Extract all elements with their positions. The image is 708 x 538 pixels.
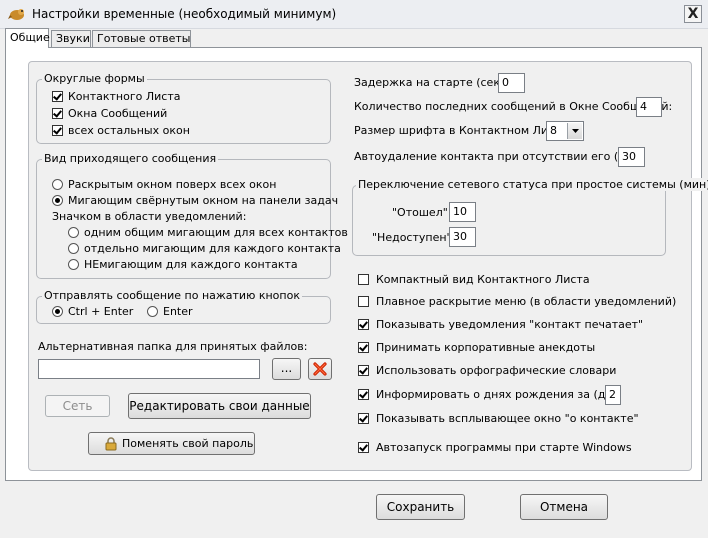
spellcheck-checkbox[interactable] [358,365,369,376]
auto-delete-input[interactable]: 30 [618,147,645,167]
typing-notify-label: Показывать уведомления "контакт печатает… [376,318,644,331]
contact-popup-label: Показывать всплывающее окно "о контакте" [376,412,639,425]
tray-icon-label: Значком в области уведомлений: [52,210,247,223]
incoming-popup-label: Раскрытым окном поверх всех окон [68,178,277,191]
autostart-checkbox[interactable] [358,442,369,453]
change-password-label: Поменять свой пароль [122,437,254,450]
round-message-window-checkbox[interactable] [52,108,63,119]
send-ctrl-enter-label: Ctrl + Enter [68,305,134,318]
change-password-button[interactable]: Поменять свой пароль [88,432,255,455]
idle-na-input[interactable]: 30 [449,227,476,247]
round-forms-legend: Округлые формы [42,72,147,85]
tab-ready-answers[interactable]: Готовые ответы [92,30,191,47]
files-folder-label: Альтернативная папка для принятых файлов… [38,340,308,353]
round-message-window-label: Окна Сообщений [68,107,168,120]
edit-data-button[interactable]: Редактировать свои данные [128,393,311,419]
tray-separate-label: отдельно мигающим для каждого контакта [84,242,341,255]
files-folder-input[interactable] [38,359,260,379]
compact-list-label: Компактный вид Контактного Листа [376,273,590,286]
network-button[interactable]: Сеть [45,395,110,417]
jokes-label: Принимать корпоративные анекдоты [376,341,596,354]
smooth-menu-checkbox[interactable] [358,296,369,307]
incoming-popup-radio[interactable] [52,179,63,190]
font-size-select[interactable]: 8 [546,121,584,141]
auto-delete-label: Автоудаление контакта при отсутствии его… [354,150,645,163]
compact-list-checkbox[interactable] [358,274,369,285]
tray-static-label: НЕмигающим для каждого контакта [84,258,298,271]
font-size-label: Размер шрифта в Контактном Листе: [354,124,571,137]
idle-away-label: "Отошел" [392,206,448,219]
close-icon: X [687,6,699,22]
smooth-menu-label: Плавное раскрытие меню (в области уведом… [376,295,677,308]
incoming-message-legend: Вид приходящего сообщения [42,152,219,165]
tray-common-label: одним общим мигающим для всех контактов [84,226,348,239]
send-ctrl-enter-radio[interactable] [52,306,63,317]
startup-delay-label: Задержка на старте (сек.): [354,76,512,89]
lock-icon [105,437,117,451]
browse-folder-button[interactable]: ... [272,358,301,380]
app-icon [8,9,24,20]
birthday-days-input[interactable]: 2 [605,385,621,405]
red-x-icon [313,362,327,376]
send-enter-label: Enter [163,305,193,318]
round-contact-list-label: Контактного Листа [68,90,181,103]
round-contact-list-checkbox[interactable] [52,91,63,102]
clear-folder-button[interactable] [308,358,332,380]
cancel-button[interactable]: Отмена [520,494,608,520]
birthday-label: Информировать о днях рождения за (дн.) [376,388,621,401]
tray-common-radio[interactable] [68,227,79,238]
typing-notify-checkbox[interactable] [358,319,369,330]
idle-away-input[interactable]: 10 [449,202,476,222]
idle-status-legend: Переключение сетевого статуса при просто… [356,178,708,191]
contact-popup-checkbox[interactable] [358,413,369,424]
close-button[interactable]: X [684,5,702,23]
incoming-taskbar-radio[interactable] [52,195,63,206]
idle-status-group [352,185,666,256]
round-other-windows-label: всех остальных окон [68,124,190,137]
spellcheck-label: Использовать орфографические словари [376,364,617,377]
jokes-checkbox[interactable] [358,342,369,353]
last-messages-label: Количество последних сообщений в Окне Со… [354,100,673,113]
last-messages-input[interactable]: 4 [636,97,662,117]
birthday-checkbox[interactable] [358,389,369,400]
startup-delay-input[interactable]: 0 [498,73,525,93]
chevron-down-icon[interactable] [567,123,582,139]
incoming-taskbar-label: Мигающим свёрнутым окном на панели задач [68,194,339,207]
tab-sounds[interactable]: Звуки [51,30,91,47]
round-other-windows-checkbox[interactable] [52,125,63,136]
tray-static-radio[interactable] [68,259,79,270]
autostart-label: Автозапуск программы при старте Windows [376,441,632,454]
tab-general[interactable]: Общие [5,28,50,48]
font-size-value: 8 [550,124,557,137]
save-button[interactable]: Сохранить [376,494,465,520]
idle-na-label: "Недоступен" [372,231,452,244]
window-title: Настройки временные (необходимый минимум… [32,7,337,21]
send-enter-radio[interactable] [147,306,158,317]
send-key-legend: Отправлять сообщение по нажатию кнопок [42,289,302,302]
tray-separate-radio[interactable] [68,243,79,254]
